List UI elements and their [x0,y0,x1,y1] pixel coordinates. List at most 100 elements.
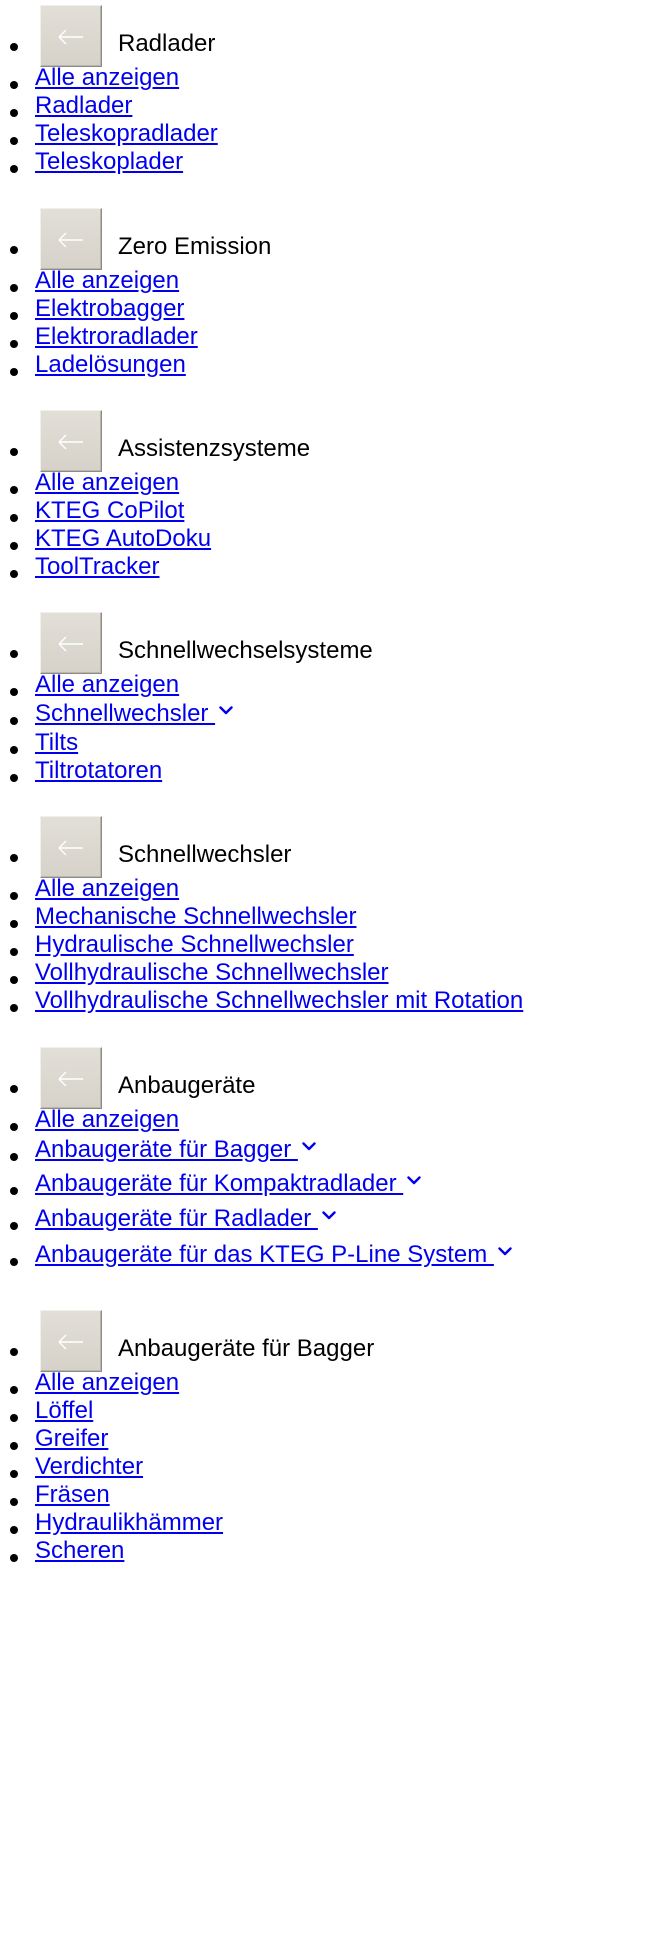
list-item: Anbaugeräte für Radlader [0,1205,652,1237]
chevron-down-icon[interactable] [498,1247,512,1256]
bullet [10,109,18,117]
bullet [10,514,18,522]
chevron-down-icon[interactable] [322,1211,336,1220]
bullet [10,1004,18,1012]
bullet [10,892,18,900]
arrow-left-icon [58,636,83,652]
chevron-down-icon[interactable] [219,706,233,715]
menu-link-label: Anbaugeräte für Radlader [35,1205,318,1232]
bullet [10,1222,18,1230]
bullet [10,1153,18,1161]
menu-link[interactable]: Alle anzeigen [35,1369,179,1397]
bullet [10,976,18,984]
menu-link[interactable]: Alle anzeigen [35,875,179,903]
bullet [10,1123,18,1131]
menu-link-label: Schnellwechsler [35,700,216,727]
submenu-title: Anbaugeräte [118,1072,256,1099]
menu-link[interactable]: Elektrobagger [35,295,184,323]
menu-link[interactable]: Alle anzeigen [35,267,179,295]
bullet [10,854,18,862]
bullet [10,1085,18,1093]
back-button[interactable] [40,410,102,472]
menu-link[interactable]: Teleskoplader [35,148,183,176]
list-item: Scheren [0,1537,652,1569]
bullet [10,948,18,956]
menu-link[interactable]: Radlader [35,92,132,120]
menu-link[interactable]: Tiltrotatoren [35,757,162,785]
bullet [10,165,18,173]
menu-link[interactable]: KTEG AutoDoku [35,525,211,553]
bullet [10,312,18,320]
list-item: Teleskoplader [0,148,652,180]
back-button[interactable] [40,5,102,67]
chevron-down-icon[interactable] [302,1142,316,1151]
arrow-left-icon [58,1071,83,1087]
bullet [10,1442,18,1450]
arrow-left-icon [58,29,83,45]
menu-link[interactable]: Tilts [35,729,78,757]
bullet [10,717,18,725]
submenu-title: Schnellwechsler [118,841,292,868]
chevron-down-icon[interactable] [407,1176,421,1185]
submenu-title: Anbaugeräte für Bagger [118,1335,375,1362]
back-button[interactable] [40,816,102,878]
bullet [10,246,18,254]
bullet [10,1554,18,1562]
menu-link[interactable]: Alle anzeigen [35,671,179,699]
menu-link[interactable]: Mechanische Schnellwechsler [35,903,357,931]
menu-link[interactable]: Anbaugeräte für Bagger [35,1136,316,1164]
bullet [10,688,18,696]
submenu-title: Assistenzsysteme [118,435,311,462]
bullet [10,137,18,145]
menu-link[interactable]: Verdichter [35,1453,143,1481]
back-button[interactable] [40,612,102,674]
bullet [10,448,18,456]
bullet [10,1414,18,1422]
bullet [10,1470,18,1478]
list-item: Alle anzeigen [0,671,652,703]
menu-link[interactable]: Scheren [35,1537,124,1565]
menu-link[interactable]: Anbaugeräte für Kompaktradlader [35,1170,421,1198]
bullet [10,650,18,658]
menu-link[interactable]: Alle anzeigen [35,64,179,92]
bullet [10,368,18,376]
submenu-title: Schnellwechselsysteme [118,637,373,664]
back-button[interactable] [40,1047,102,1109]
back-button[interactable] [40,1310,102,1372]
bullet [10,746,18,754]
submenu-title: Zero Emission [118,233,272,260]
menu-link[interactable]: Anbaugeräte für das KTEG P-Line System [35,1241,512,1269]
menu-link[interactable]: Vollhydraulische Schnellwechsler mit Rot… [35,987,523,1015]
menu-link-label: Anbaugeräte für Bagger [35,1136,298,1163]
bullet [10,1348,18,1356]
bullet [10,1386,18,1394]
list-item: Tiltrotatoren [0,757,652,789]
menu-link[interactable]: ToolTracker [35,553,159,581]
bullet [10,542,18,550]
list-item: Anbaugeräte für Kompaktradlader [0,1170,652,1202]
menu-link[interactable]: Hydraulikhämmer [35,1509,223,1537]
bullet [10,920,18,928]
menu-link[interactable]: Fräsen [35,1481,110,1509]
list-item: ToolTracker [0,553,652,585]
list-item: Vollhydraulische Schnellwechsler mit Rot… [0,987,652,1019]
menu-link[interactable]: Alle anzeigen [35,1106,179,1134]
bullet [10,284,18,292]
menu-link[interactable]: KTEG CoPilot [35,497,184,525]
menu-link[interactable]: Alle anzeigen [35,469,179,497]
menu-link[interactable]: Vollhydraulische Schnellwechsler [35,959,389,987]
back-button[interactable] [40,208,102,270]
menu-link[interactable]: Teleskopradlader [35,120,218,148]
menu-link[interactable]: Hydraulische Schnellwechsler [35,931,354,959]
menu-link[interactable]: Löffel [35,1397,93,1425]
arrow-left-icon [58,232,83,248]
menu-link[interactable]: Greifer [35,1425,108,1453]
menu-link[interactable]: Schnellwechsler [35,700,233,728]
menu-link[interactable]: Anbaugeräte für Radlader [35,1205,336,1233]
bullet [10,570,18,578]
list-item: Anbaugeräte für das KTEG P-Line System [0,1241,652,1273]
menu-link[interactable]: Ladelösungen [35,351,186,379]
bullet [10,340,18,348]
menu-link[interactable]: Elektroradlader [35,323,198,351]
arrow-left-icon [58,434,83,450]
